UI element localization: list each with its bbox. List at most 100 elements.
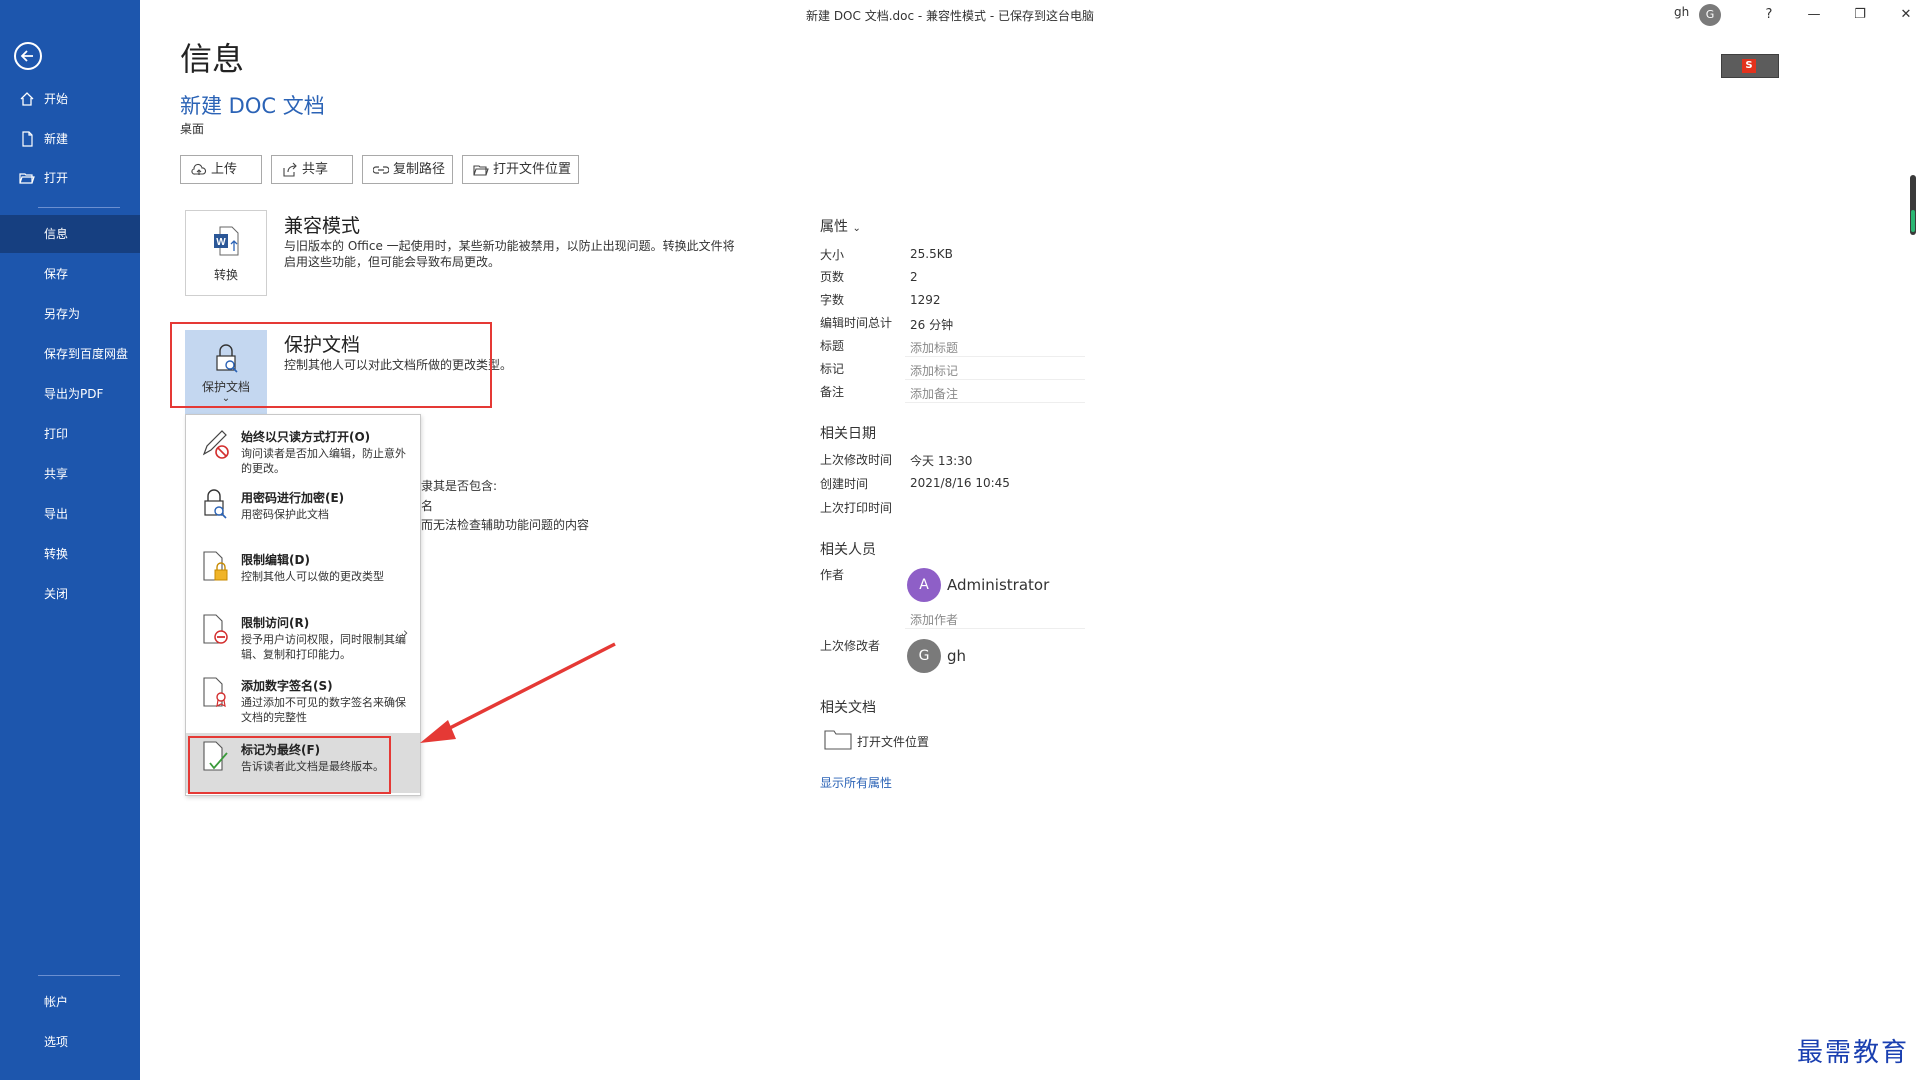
user-avatar[interactable]: G [1699, 4, 1721, 26]
sidebar-item-export[interactable]: 导出 [0, 495, 140, 533]
date-key-created: 创建时间 [820, 477, 869, 491]
close-button[interactable]: ✕ [1892, 4, 1920, 26]
sidebar-item-new[interactable]: 新建 [0, 120, 140, 158]
prop-value-comments-input[interactable]: 添加备注 [910, 385, 1085, 402]
upload-icon [191, 163, 207, 175]
sidebar-item-home[interactable]: 开始 [0, 80, 140, 118]
folder-icon [473, 165, 489, 176]
prop-key-tags: 标记 [820, 362, 845, 376]
menu-item-title: 限制访问(R) [241, 616, 310, 630]
upload-button[interactable]: 上传 [180, 155, 262, 184]
sidebar-item-save-as[interactable]: 另存为 [0, 295, 140, 333]
author-name[interactable]: Administrator [947, 576, 1049, 594]
prop-key-title: 标题 [820, 339, 845, 353]
add-author-input[interactable]: 添加作者 [910, 611, 958, 628]
compat-mode-desc-line1: 与旧版本的 Office 一起使用时，某些新功能被禁用，以防止出现问题。转换此文… [284, 239, 735, 253]
input-underline [905, 628, 1085, 629]
back-arrow-icon[interactable] [14, 42, 42, 70]
watermark-text: 最需教育 [1797, 1038, 1910, 1068]
sidebar-item-account[interactable]: 帐户 [0, 983, 140, 1021]
menu-item-desc: 控制其他人可以做的更改类型 [241, 570, 384, 583]
modifier-name[interactable]: gh [947, 647, 966, 665]
date-value-last-modified: 今天 13:30 [910, 454, 973, 468]
sidebar-item-convert[interactable]: 转换 [0, 535, 140, 573]
menu-item-title: 始终以只读方式打开(O) [241, 430, 371, 444]
copy-path-button[interactable]: 复制路径 [362, 155, 453, 184]
sidebar-item-options[interactable]: 选项 [0, 1023, 140, 1061]
restore-button[interactable]: ❐ [1846, 4, 1874, 26]
menu-item-add-digital-signature[interactable]: 添加数字签名(S) 通过添加不可见的数字签名来确保文档的完整性 [186, 669, 420, 729]
prop-key-size: 大小 [820, 248, 845, 262]
menu-item-desc: 用密码保护此文档 [241, 508, 329, 521]
date-key-last-modified: 上次修改时间 [820, 453, 893, 467]
document-title: 新建 DOC 文档 [180, 94, 325, 118]
convert-tile[interactable]: W 转换 [185, 210, 267, 296]
wps-s-icon: S [1742, 59, 1756, 73]
related-people-heading: 相关人员 [820, 542, 876, 558]
menu-item-title: 添加数字签名(S) [241, 679, 333, 693]
modifier-avatar[interactable]: G [907, 639, 941, 673]
annotation-arrow [420, 642, 616, 743]
pencil-no-icon [202, 430, 229, 459]
compat-mode-title: 兼容模式 [284, 215, 361, 237]
help-button[interactable]: ? [1755, 4, 1783, 26]
addin-toolbar[interactable]: S [1721, 54, 1779, 78]
menu-item-title: 限制编辑(D) [241, 553, 310, 567]
properties-heading[interactable]: 属性 ⌄ [820, 216, 861, 236]
restrict-access-icon [203, 614, 228, 644]
home-icon [20, 92, 34, 106]
open-file-location-button[interactable]: 打开文件位置 [462, 155, 579, 184]
sidebar-item-label: 帐户 [44, 995, 69, 1009]
menu-item-encrypt-password[interactable]: 用密码进行加密(E) 用密码保护此文档 [186, 481, 420, 541]
menu-item-restrict-access[interactable]: 限制访问(R) 授予用户访问权限，同时限制其编辑、复制和打印能力。 › [186, 606, 420, 666]
menu-item-desc: 通过添加不可见的数字签名来确保文档的完整性 [241, 696, 406, 724]
sidebar-item-label: 开始 [44, 92, 69, 106]
show-all-properties-link[interactable]: 显示所有属性 [820, 774, 892, 791]
backstage-sidebar: 开始 新建 打开 信息 保存 另存为 保存到百度网盘 导出为PDF 打印 共享 … [0, 0, 140, 1080]
sidebar-item-save-baidu[interactable]: 保存到百度网盘 [0, 335, 140, 373]
prop-value-title-input[interactable]: 添加标题 [910, 339, 1085, 356]
upload-label: 上传 [211, 162, 238, 177]
prop-value-edit-time: 26 分钟 [910, 318, 954, 332]
menu-item-always-open-read-only[interactable]: 始终以只读方式打开(O) 询问读者是否加入编辑，防止意外的更改。 [186, 420, 420, 480]
share-label: 共享 [302, 162, 329, 177]
prop-value-tags-input[interactable]: 添加标记 [910, 362, 1085, 379]
input-underline [905, 356, 1085, 357]
prop-key-edit-time: 编辑时间总计 [820, 316, 893, 330]
window-title: 新建 DOC 文档.doc - 兼容性模式 - 已保存到这台电脑 [806, 9, 1094, 23]
related-dates-heading: 相关日期 [820, 426, 876, 442]
lock-key-icon [204, 489, 227, 519]
prop-value-words: 1292 [910, 293, 941, 307]
menu-item-restrict-editing[interactable]: 限制编辑(D) 控制其他人可以做的更改类型 [186, 543, 420, 603]
share-button[interactable]: 共享 [271, 155, 353, 184]
share-icon [283, 162, 297, 177]
menu-item-desc: 询问读者是否加入编辑，防止意外的更改。 [241, 447, 406, 475]
properties-heading-label: 属性 [820, 219, 848, 235]
minimize-button[interactable]: — [1800, 4, 1828, 26]
user-name[interactable]: gh [1674, 5, 1689, 19]
sidebar-item-label: 导出 [44, 507, 69, 521]
menu-item-desc: 授予用户访问权限，同时限制其编辑、复制和打印能力。 [241, 633, 406, 661]
signature-icon [203, 677, 226, 708]
sidebar-item-close[interactable]: 关闭 [0, 575, 140, 613]
folder-icon [824, 730, 852, 750]
sidebar-item-share[interactable]: 共享 [0, 455, 140, 493]
sidebar-item-print[interactable]: 打印 [0, 415, 140, 453]
sidebar-item-info[interactable]: 信息 [0, 215, 140, 253]
input-underline [905, 402, 1085, 403]
author-avatar[interactable]: A [907, 568, 941, 602]
sidebar-item-label: 信息 [44, 227, 69, 241]
open-file-location-link-label: 打开文件位置 [857, 735, 930, 749]
sidebar-item-label: 关闭 [44, 587, 69, 601]
new-document-icon [22, 131, 33, 147]
sidebar-item-open[interactable]: 打开 [0, 159, 140, 197]
chevron-down-icon: ⌄ [852, 223, 861, 234]
prop-key-pages: 页数 [820, 270, 845, 284]
scrollbar-indicator [1911, 210, 1915, 232]
sidebar-item-save[interactable]: 保存 [0, 255, 140, 293]
inspect-text-fragment: 隶其是否包含: [421, 479, 498, 493]
copy-path-label: 复制路径 [393, 162, 446, 177]
input-underline [905, 379, 1085, 380]
sidebar-item-export-pdf[interactable]: 导出为PDF [0, 375, 140, 413]
author-key: 作者 [820, 568, 845, 582]
